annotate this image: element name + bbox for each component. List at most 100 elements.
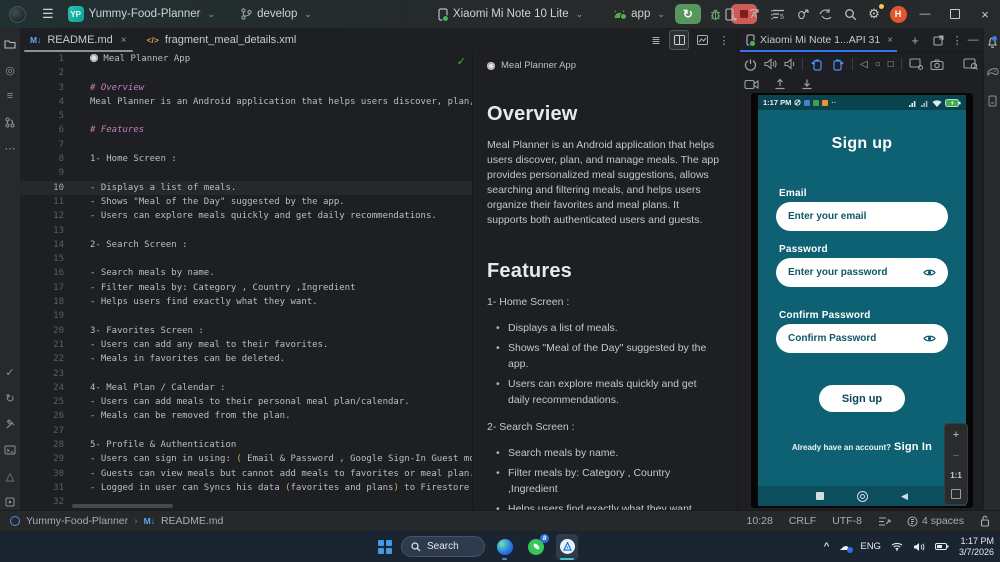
zoom-to-fit-button[interactable]	[951, 489, 961, 499]
code-line[interactable]: 17- Filter meals by: Category , Country …	[20, 281, 472, 295]
volume-up-icon[interactable]	[764, 58, 777, 70]
signup-button[interactable]: Sign up	[819, 385, 905, 412]
split-view-icon[interactable]	[669, 30, 689, 50]
code-line[interactable]: 9	[20, 166, 472, 180]
device-selector[interactable]: Xiaomi Mi Note 10 Lite ⌄	[431, 3, 590, 25]
maximize-button[interactable]	[940, 0, 970, 28]
preview-only-view-icon[interactable]	[693, 31, 711, 49]
zoom-ratio-label[interactable]: 1:1	[950, 471, 962, 480]
history-tool-icon[interactable]: ↻	[0, 388, 20, 408]
project-widget[interactable]: YP Yummy-Food-Planner ⌄	[61, 3, 222, 25]
branch-widget[interactable]: develop ⌄	[234, 3, 319, 25]
main-menu-icon[interactable]: ☰	[35, 3, 61, 25]
rotate-right-icon[interactable]	[831, 58, 845, 71]
problems-tool-icon[interactable]: △	[0, 466, 20, 486]
language-indicator[interactable]: ENG	[860, 541, 881, 552]
tab-fragment-meal-details[interactable]: </> fragment_meal_details.xml	[137, 28, 307, 52]
encoding-widget[interactable]: UTF-8	[832, 515, 862, 527]
wifi-icon[interactable]	[891, 542, 903, 551]
code-editor[interactable]: 1 Meal Planner App23# Overview4Meal Plan…	[20, 52, 472, 510]
inspections-ok-icon[interactable]: ✓	[457, 55, 466, 68]
caret-position-widget[interactable]: 10:28	[747, 515, 773, 527]
close-button[interactable]: ×	[970, 0, 1000, 28]
app-inspection-icon[interactable]	[814, 3, 838, 25]
email-field[interactable]: Enter your email	[776, 202, 948, 231]
indent-widget[interactable]: 4 spaces	[907, 515, 964, 527]
screenshot-camera-icon[interactable]	[930, 59, 944, 70]
code-line[interactable]: 23	[20, 367, 472, 381]
code-line[interactable]: 244- Meal Plan / Calendar :	[20, 381, 472, 395]
breadcrumb-project[interactable]: Yummy-Food-Planner	[26, 515, 128, 527]
volume-icon[interactable]	[913, 542, 925, 552]
start-button[interactable]	[378, 540, 392, 554]
zoom-out-button[interactable]: −	[953, 450, 959, 462]
code-line[interactable]: 31- Logged in user can Syncs his data (f…	[20, 481, 472, 495]
add-device-icon[interactable]: +	[907, 33, 923, 48]
code-line[interactable]: 15	[20, 252, 472, 266]
commit-tool-icon[interactable]: ◎	[0, 60, 20, 80]
nav-back-button[interactable]: ◀	[901, 491, 908, 502]
zoom-in-button[interactable]: +	[953, 429, 959, 441]
code-line[interactable]: 19	[20, 309, 472, 323]
code-line[interactable]: 26- Meals can be removed from the plan.	[20, 409, 472, 423]
signin-link[interactable]: Sign In	[894, 441, 932, 453]
hide-panel-icon[interactable]: —	[965, 34, 981, 46]
search-everywhere-button[interactable]	[838, 3, 862, 25]
toggle-password-visibility-icon[interactable]	[923, 268, 936, 277]
android-home-icon[interactable]: ○	[875, 59, 881, 70]
settings-button[interactable]: ⚙	[862, 3, 886, 25]
code-line[interactable]: 3# Overview	[20, 81, 472, 95]
close-icon[interactable]: ×	[121, 35, 127, 46]
toggle-password-visibility-icon[interactable]	[923, 334, 936, 343]
screen-sharing-icon[interactable]	[963, 58, 978, 70]
run-config-selector[interactable]: app ⌄	[606, 3, 672, 25]
code-line[interactable]: 142- Search Screen :	[20, 238, 472, 252]
code-line[interactable]: 1 Meal Planner App	[20, 52, 472, 66]
taskbar-clock[interactable]: 1:17 PM 3/7/2026	[959, 536, 994, 558]
power-button-icon[interactable]	[744, 58, 757, 71]
upload-icon[interactable]	[774, 78, 786, 90]
device-settings-icon[interactable]	[909, 58, 923, 70]
code-line[interactable]: 25- Users can add meals to their persona…	[20, 395, 472, 409]
hidden-icons-chevron[interactable]: ^	[824, 541, 830, 552]
minimize-button[interactable]: —	[910, 0, 940, 28]
services-tool-icon[interactable]	[0, 492, 20, 512]
terminal-tool-icon[interactable]	[0, 440, 20, 460]
structure-tool-icon[interactable]: ≡	[0, 86, 20, 106]
rotate-left-icon[interactable]	[810, 58, 824, 71]
code-line[interactable]: 12- Users can explore meals quickly and …	[20, 209, 472, 223]
editor-only-view-icon[interactable]: ≣	[647, 31, 665, 49]
user-avatar[interactable]: H	[886, 3, 910, 25]
device-manager-icon[interactable]	[718, 3, 742, 25]
highlighting-level-icon[interactable]	[878, 516, 891, 527]
android-back-icon[interactable]: ◁	[860, 59, 868, 70]
android-studio-taskbar-icon[interactable]	[556, 534, 578, 560]
rerun-button[interactable]: ↻	[675, 4, 701, 24]
code-line[interactable]: 30- Guests can view meals but cannot add…	[20, 467, 472, 481]
panel-options-icon[interactable]: ⋮	[949, 34, 965, 47]
screen-record-icon[interactable]	[744, 79, 759, 90]
nav-overview-button[interactable]	[816, 492, 824, 500]
volume-down-icon[interactable]	[784, 58, 795, 70]
edge-taskbar-icon[interactable]	[494, 534, 516, 560]
code-line[interactable]: 10- Displays a list of meals.	[20, 181, 472, 195]
more-tools-icon[interactable]: ⋯	[0, 138, 20, 158]
open-in-window-icon[interactable]	[933, 35, 949, 46]
code-line[interactable]: 11- Shows "Meal of the Day" suggested by…	[20, 195, 472, 209]
tab-readme[interactable]: M↓ README.md ×	[20, 28, 137, 52]
code-line[interactable]: 21- Users can add any meal to their favo…	[20, 338, 472, 352]
taskbar-search[interactable]: Search	[401, 536, 485, 557]
code-line[interactable]: 16- Search meals by name.	[20, 266, 472, 280]
code-line[interactable]: 27	[20, 424, 472, 438]
code-line[interactable]: 4Meal Planner is an Android application …	[20, 95, 472, 109]
gradle-tool-icon[interactable]	[984, 62, 1000, 80]
code-line[interactable]: 7	[20, 138, 472, 152]
profiler-icon[interactable]	[790, 3, 814, 25]
pull-requests-tool-icon[interactable]	[0, 112, 20, 132]
confirm-password-field[interactable]: Confirm Password	[776, 324, 948, 353]
more-options-icon[interactable]: ⋮	[715, 31, 733, 49]
project-tool-icon[interactable]	[0, 34, 20, 54]
download-icon[interactable]	[801, 78, 813, 90]
nav-home-button[interactable]	[857, 491, 868, 502]
code-line[interactable]: 22- Meals in favorites can be deleted.	[20, 352, 472, 366]
